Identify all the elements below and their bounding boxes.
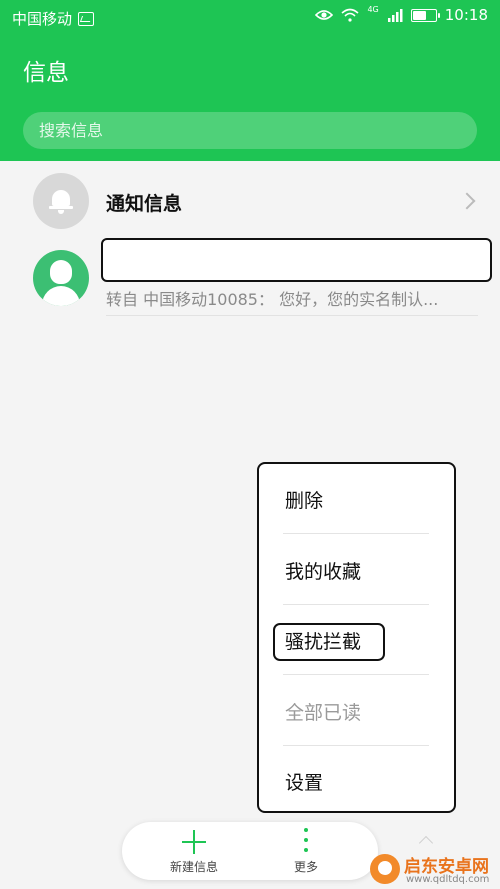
- chevron-right-icon: [458, 192, 476, 210]
- watermark-logo-icon: [370, 854, 400, 884]
- bell-icon: [33, 173, 89, 229]
- conversation-notifications[interactable]: 通知信息: [0, 173, 500, 243]
- plus-icon: [182, 830, 206, 854]
- menu-item-settings[interactable]: 设置: [285, 768, 323, 795]
- menu-divider: [283, 604, 429, 605]
- carrier: 中国移动: [12, 8, 95, 29]
- watermark-url: www.qdltdq.com: [406, 874, 490, 885]
- menu-item-spam-block[interactable]: 骚扰拦截: [285, 627, 361, 654]
- watermark: 启东安卓网 www.qdltdq.com: [370, 852, 494, 888]
- menu-divider: [283, 533, 429, 534]
- more-button[interactable]: 更多: [266, 822, 346, 880]
- more-label: 更多: [293, 860, 318, 874]
- activity-icon: [78, 11, 95, 26]
- more-menu: 删除 我的收藏 骚扰拦截 全部已读 设置: [257, 462, 456, 813]
- status-bar: 中国移动 4G 10:18: [0, 0, 500, 36]
- menu-item-delete[interactable]: 删除: [285, 486, 323, 513]
- page-title: 信息: [23, 60, 69, 86]
- clock: 10:18: [444, 6, 488, 24]
- conversation-title: 通知信息: [106, 193, 183, 215]
- battery-icon: [410, 8, 440, 22]
- message-preview: 转自 中国移动10085： 您好，您的实名制认...: [106, 290, 439, 309]
- wifi-icon: [341, 8, 359, 22]
- menu-item-mark-all-read[interactable]: 全部已读: [285, 698, 361, 725]
- person-icon: [33, 250, 89, 306]
- new-message-label: 新建信息: [169, 860, 218, 874]
- bottom-action-bar: 新建信息 更多: [122, 822, 378, 880]
- eye-icon: [315, 10, 334, 20]
- more-vertical-icon: [303, 828, 309, 856]
- redacted-sender-name: [101, 238, 492, 282]
- search-input[interactable]: 搜索信息: [23, 112, 477, 149]
- menu-item-favorites[interactable]: 我的收藏: [285, 557, 361, 584]
- chevron-up-icon: [418, 835, 434, 851]
- menu-divider: [283, 745, 429, 746]
- carrier-label: 中国移动: [12, 10, 73, 28]
- conversation-item[interactable]: 转自 中国移动10085： 您好，您的实名制认...: [0, 238, 500, 319]
- new-message-button[interactable]: 新建信息: [154, 822, 234, 880]
- network-type: 4G: [367, 4, 379, 14]
- app-header: 中国移动 4G 10:18 信息 搜索信息: [0, 0, 500, 161]
- menu-divider: [283, 674, 429, 675]
- signal-icon: [387, 9, 403, 22]
- divider: [106, 315, 478, 316]
- status-icons: 4G 10:18: [315, 4, 488, 24]
